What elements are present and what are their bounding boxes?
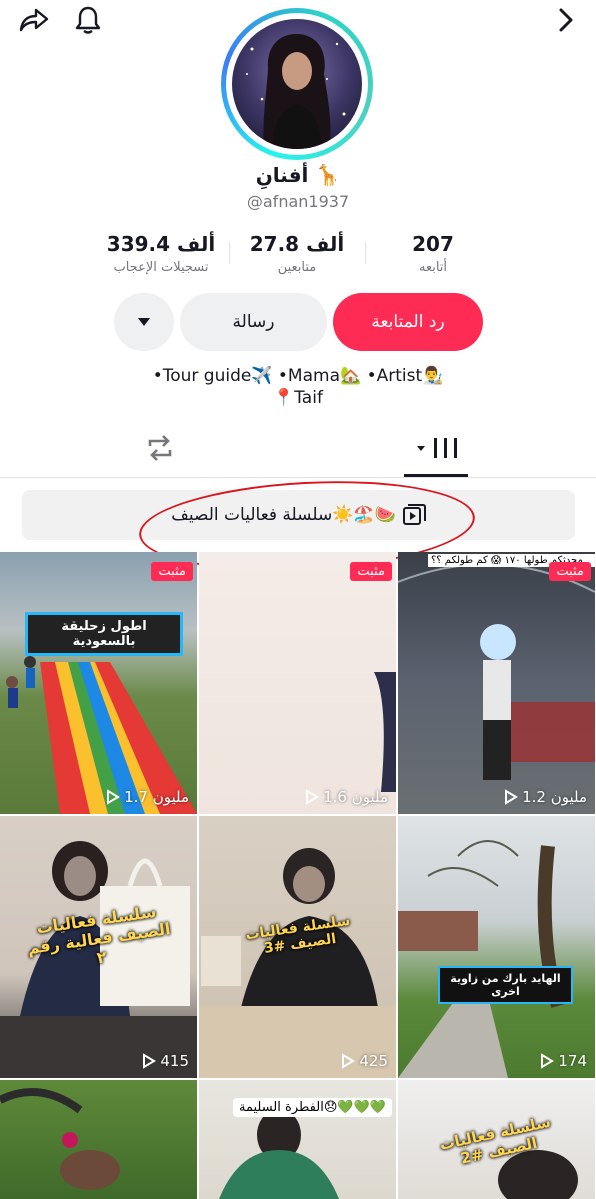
stat-likes[interactable]: 339.4 ألف تسجيلات الإعجاب: [93, 230, 229, 275]
video-caption: اطول زحليقة بالسعودية: [25, 612, 183, 656]
video-thumbnail[interactable]: سلسلة فعاليات الصيف فعالية رقم ٢ 415: [0, 816, 197, 1078]
bio-line: •Tour guide✈️ •Mama🏡 •Artist👨‍🎨: [152, 366, 444, 386]
play-icon: [143, 1053, 157, 1069]
profile-name: أفنانِ 🦒: [255, 163, 341, 187]
view-count-label: 1.2 مليون: [522, 788, 587, 806]
following-count: 207: [412, 232, 454, 256]
stats-divider: [229, 242, 230, 264]
pinned-badge: مثبت: [549, 562, 591, 581]
caret-down-icon: [138, 318, 150, 326]
view-count-label: 174: [558, 1052, 587, 1070]
view-count: 415: [142, 1052, 189, 1070]
video-thumbnail[interactable]: الهايد بارك من زاوية اخرى 174: [398, 816, 595, 1078]
active-tab-indicator: [404, 474, 468, 477]
repost-icon: [148, 435, 172, 461]
likes-label: تسجيلات الإعجاب: [113, 260, 209, 275]
view-count-label: 415: [160, 1052, 189, 1070]
play-icon: [541, 1053, 555, 1069]
stat-following[interactable]: 207 أتابعه: [365, 230, 501, 275]
profile-handle: @afnan1937: [246, 192, 350, 211]
play-icon: [505, 789, 519, 805]
bio: •Tour guide✈️ •Mama🏡 •Artist👨‍🎨 📍Taif: [0, 365, 596, 409]
share-icon[interactable]: [16, 4, 52, 36]
avatar: [232, 19, 362, 149]
view-count: 1.7 مليون: [106, 788, 189, 806]
view-count-label: 1.6 مليون: [323, 788, 388, 806]
play-icon: [306, 789, 320, 805]
video-caption: الهايد بارك من زاوية اخرى: [438, 966, 573, 1004]
stats-row: 207 أتابعه 27.8 ألف متابعين 339.4 ألف تس…: [0, 230, 596, 280]
view-count-label: 1.7 مليون: [124, 788, 189, 806]
chevron-right-icon[interactable]: [548, 4, 584, 36]
video-thumbnail[interactable]: الفطرة السليمة😞💚💚💚: [199, 1080, 396, 1199]
view-count: 1.2 مليون: [504, 788, 587, 806]
following-label: أتابعه: [418, 260, 448, 275]
video-thumbnail[interactable]: مثبت اطول زحليقة بالسعودية 1.7 مليون: [0, 552, 197, 814]
grid-icon: [417, 438, 457, 458]
follow-back-button[interactable]: رد المتابعة: [333, 293, 483, 351]
stat-followers[interactable]: 27.8 ألف متابعين: [229, 230, 365, 275]
bio-location: 📍Taif: [273, 388, 323, 408]
followers-label: متابعين: [277, 260, 317, 275]
view-count: 425: [341, 1052, 388, 1070]
suggested-accounts-button[interactable]: [114, 293, 174, 351]
followers-count: 27.8 ألف: [249, 232, 345, 256]
likes-count: 339.4 ألف: [106, 232, 216, 256]
message-button[interactable]: رسالة: [180, 293, 327, 351]
view-count: 174: [540, 1052, 587, 1070]
stats-divider: [365, 242, 366, 264]
video-thumbnail[interactable]: سلسلة فعاليات الصيف #2: [398, 1080, 595, 1199]
view-count-label: 425: [359, 1052, 388, 1070]
tab-videos[interactable]: [378, 418, 498, 478]
video-thumbnail[interactable]: محدثكم طولها ١٧٠ 😱 كم طولكم ؟؟ مثبت 1.2 …: [398, 552, 595, 814]
pinned-badge: مثبت: [151, 562, 193, 581]
pinned-badge: مثبت: [350, 562, 392, 581]
tab-reposts[interactable]: [100, 418, 220, 478]
video-caption: الفطرة السليمة😞💚💚💚: [233, 1098, 392, 1117]
video-thumbnail[interactable]: [0, 1080, 197, 1199]
video-thumbnail[interactable]: سلسلة فعاليات الصيف #3 425: [199, 816, 396, 1078]
view-count: 1.6 مليون: [305, 788, 388, 806]
bell-icon[interactable]: [70, 4, 106, 36]
video-thumbnail[interactable]: مثبت 1.6 مليون: [199, 552, 396, 814]
play-icon: [342, 1053, 356, 1069]
play-icon: [107, 789, 121, 805]
profile-tabs: [0, 418, 596, 478]
avatar-ring[interactable]: [221, 8, 373, 160]
